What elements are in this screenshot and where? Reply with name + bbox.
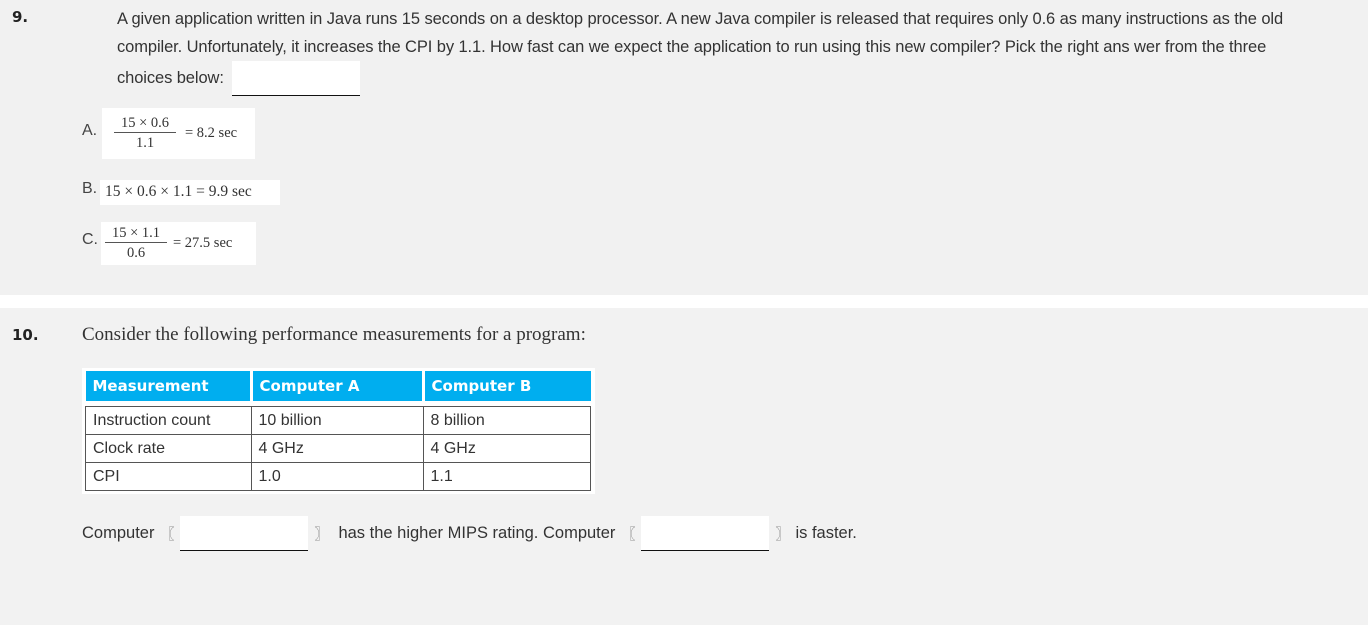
table-header-row: Measurement Computer A Computer B <box>85 371 591 401</box>
table-cell: 10 billion <box>250 406 424 435</box>
question-10: 10. Consider the following performance m… <box>0 308 1368 625</box>
table-cell: CPI <box>85 462 252 491</box>
choice-c-result: = 27.5 sec <box>173 235 233 251</box>
open-bracket-icon: 〖 <box>621 525 636 542</box>
fill-in-sentence: Computer 〖 〗 has the higher MIPS rating.… <box>82 516 857 551</box>
sentence-part-2: has the higher MIPS rating. Computer <box>338 524 616 542</box>
choice-a-numerator: 15 × 0.6 <box>114 114 176 133</box>
question-text: Consider the following performance measu… <box>82 324 586 345</box>
table-cell: 4 GHz <box>250 434 424 463</box>
table-cell: 8 billion <box>422 406 591 435</box>
table-cell: Instruction count <box>85 406 252 435</box>
table-row: Clock rate 4 GHz 4 GHz <box>85 434 591 463</box>
header-computer-b: Computer B <box>421 371 591 401</box>
header-measurement: Measurement <box>85 371 251 401</box>
question-number: 9. <box>12 8 29 26</box>
choice-b-formula[interactable]: 15 × 0.6 × 1.1 = 9.9 sec <box>100 180 280 205</box>
choice-a-label: A. <box>82 122 98 139</box>
mips-answer-input[interactable] <box>180 516 309 551</box>
choice-b-expression: 15 × 0.6 × 1.1 = 9.9 sec <box>105 183 252 200</box>
question-9: 9. A given application written in Java r… <box>0 0 1368 295</box>
choice-c-denominator: 0.6 <box>126 245 146 261</box>
table-cell: 1.0 <box>250 462 424 491</box>
close-bracket-icon: 〗 <box>775 525 790 542</box>
question-number: 10. <box>12 326 39 344</box>
choice-a-formula[interactable]: 15 × 0.6 1.1 = 8.2 sec <box>102 108 255 159</box>
choice-c-formula[interactable]: 15 × 1.1 0.6 = 27.5 sec <box>101 222 256 265</box>
question-text: A given application written in Java runs… <box>117 6 1307 96</box>
table-row: Instruction count 10 billion 8 billion <box>85 406 591 435</box>
table-cell: 4 GHz <box>422 434 591 463</box>
header-computer-a: Computer A <box>249 371 423 401</box>
faster-answer-input[interactable] <box>641 516 770 551</box>
table-cell: 1.1 <box>422 462 591 491</box>
choice-a-denominator: 1.1 <box>135 135 155 151</box>
open-bracket-icon: 〖 <box>160 525 175 542</box>
choice-b-label: B. <box>82 180 98 197</box>
answer-input[interactable] <box>232 61 361 96</box>
table-row: CPI 1.0 1.1 <box>85 462 591 491</box>
sentence-part-3: is faster. <box>795 524 857 542</box>
choice-a-result: = 8.2 sec <box>185 125 238 141</box>
choice-c-label: C. <box>82 231 98 248</box>
performance-table: Measurement Computer A Computer B Instru… <box>82 368 595 494</box>
close-bracket-icon: 〗 <box>314 525 329 542</box>
choice-c-numerator: 15 × 1.1 <box>105 224 167 243</box>
table-cell: Clock rate <box>85 434 252 463</box>
sentence-part-1: Computer <box>82 524 155 542</box>
